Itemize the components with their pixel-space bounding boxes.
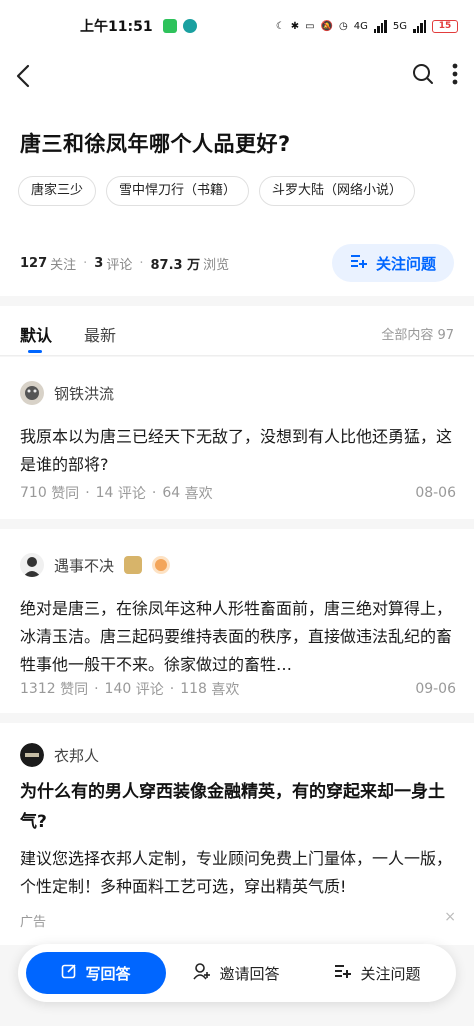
topic-tags: 唐家三少 雪中悍刀行（书籍） 斗罗大陆（网络小说） bbox=[18, 176, 416, 206]
likes-label: 赞同 bbox=[51, 486, 80, 502]
comments-label: 评论 bbox=[135, 682, 164, 698]
ad-card[interactable]: 衣邦人 为什么有的男人穿西装像金融精英，有的穿起来却一身土气? 建议您选择衣邦人… bbox=[0, 723, 474, 945]
bottom-action-bar: 写回答 邀请回答 关注问题 bbox=[18, 944, 456, 1002]
comments-label: 评论 bbox=[117, 486, 146, 502]
comments-count[interactable]: 3 bbox=[94, 256, 103, 271]
creator-badge-icon bbox=[124, 556, 143, 574]
likes-count: 1312 bbox=[20, 681, 56, 697]
question-header: 唐三和徐凤年哪个人品更好? 唐家三少 雪中悍刀行（书籍） 斗罗大陆（网络小说） … bbox=[0, 100, 474, 296]
network-4g-label: 4G bbox=[353, 20, 368, 32]
likes-count: 710 bbox=[20, 485, 47, 501]
status-system-icons: ☾ ✱ ▭ 🔕 ◷ 4G 5G 15 bbox=[275, 19, 458, 33]
ad-label: 广告 bbox=[20, 915, 47, 930]
answer-author[interactable]: 钢铁洪流 bbox=[20, 381, 114, 405]
answer-card[interactable]: 遇事不决 绝对是唐三，在徐凤年这种人形牲畜面前，唐三绝对算得上，冰清玉洁。唐三起… bbox=[0, 529, 474, 713]
favs-count: 118 bbox=[180, 681, 207, 697]
moon-icon: ☾ bbox=[275, 20, 285, 32]
status-bar: 上午11:51 ☾ ✱ ▭ 🔕 ◷ 4G 5G 15 bbox=[0, 0, 474, 52]
back-icon[interactable] bbox=[16, 61, 46, 91]
comments-label[interactable]: 评论 bbox=[106, 254, 132, 273]
answer-meta: 1312 赞同 · 140 评论 · 118 喜欢 09-06 bbox=[20, 681, 456, 698]
comments-count: 140 bbox=[104, 681, 132, 697]
followers-count: 127 bbox=[20, 256, 48, 271]
answer-excerpt[interactable]: 绝对是唐三，在徐凤年这种人形牲畜面前，唐三绝对算得上，冰清玉洁。唐三起码要维持表… bbox=[20, 595, 456, 679]
invite-answer-label: 邀请回答 bbox=[219, 964, 280, 983]
mute-icon: 🔕 bbox=[320, 20, 334, 32]
question-title: 唐三和徐凤年哪个人品更好? bbox=[20, 132, 291, 156]
status-app-icons bbox=[162, 19, 197, 33]
wechat-icon bbox=[162, 19, 177, 33]
question-stats: 127 关注 · 3 评论 · 87.3 万 浏览 bbox=[20, 254, 230, 273]
author-name[interactable]: 钢铁洪流 bbox=[54, 383, 114, 404]
close-icon[interactable]: × bbox=[444, 909, 456, 925]
views-label: 浏览 bbox=[203, 258, 230, 273]
follow-question-label: 关注问题 bbox=[375, 254, 436, 273]
write-answer-button[interactable]: 写回答 bbox=[26, 952, 166, 994]
sort-tabs: 默认 最新 全部内容 97 bbox=[0, 306, 474, 356]
tab-active-indicator bbox=[28, 350, 42, 353]
topic-tag[interactable]: 雪中悍刀行（书籍） bbox=[106, 176, 250, 206]
tab-latest[interactable]: 最新 bbox=[84, 322, 116, 346]
edit-icon bbox=[61, 963, 77, 983]
answer-date: 08-06 bbox=[415, 485, 456, 501]
more-icon[interactable] bbox=[452, 63, 458, 89]
nav-bar bbox=[0, 52, 474, 100]
ad-title[interactable]: 为什么有的男人穿西装像金融精英，有的穿起来却一身土气? bbox=[20, 777, 456, 837]
signal-icon-2 bbox=[413, 19, 426, 33]
topic-tag[interactable]: 唐家三少 bbox=[18, 176, 97, 206]
battery-icon: 15 bbox=[432, 19, 458, 33]
medal-icon bbox=[152, 556, 171, 574]
answer-date: 09-06 bbox=[415, 681, 456, 697]
invite-answer-button[interactable]: 邀请回答 bbox=[166, 962, 307, 984]
ad-brand[interactable]: 衣邦人 bbox=[20, 743, 99, 767]
signal-icon bbox=[373, 19, 387, 33]
favs-count: 64 bbox=[162, 485, 181, 501]
avatar[interactable] bbox=[20, 381, 44, 405]
ad-text[interactable]: 建议您选择衣邦人定制，专业顾问免费上门量体，一人一版，个性定制！多种面料工艺可选… bbox=[20, 845, 456, 901]
brand-logo bbox=[20, 743, 44, 767]
app-notify-icon bbox=[182, 19, 197, 33]
follow-question-bottom-label: 关注问题 bbox=[360, 964, 421, 983]
author-name[interactable]: 遇事不决 bbox=[54, 555, 114, 576]
vibrate-icon: ▭ bbox=[305, 20, 315, 32]
followers-label: 关注 bbox=[50, 258, 77, 273]
tab-default[interactable]: 默认 bbox=[20, 322, 52, 346]
invite-user-icon bbox=[193, 962, 211, 984]
likes-label: 赞同 bbox=[60, 682, 89, 698]
search-icon[interactable] bbox=[412, 63, 434, 89]
views-count: 87.3 万 bbox=[150, 258, 201, 273]
answer-card[interactable]: 钢铁洪流 我原本以为唐三已经天下无敌了，没想到有人比他还勇猛，这是谁的部将? 7… bbox=[0, 357, 474, 519]
answer-excerpt[interactable]: 我原本以为唐三已经天下无敌了，没想到有人比他还勇猛，这是谁的部将? bbox=[20, 423, 456, 479]
favs-label: 喜欢 bbox=[184, 486, 213, 502]
status-time: 上午11:51 bbox=[80, 19, 153, 35]
answer-author[interactable]: 遇事不决 bbox=[20, 553, 171, 577]
network-5g-label: 5G bbox=[392, 20, 407, 32]
follow-add-icon bbox=[350, 253, 368, 273]
favs-label: 喜欢 bbox=[211, 682, 240, 698]
follow-add-icon bbox=[334, 963, 352, 983]
follow-question-bottom-button[interactable]: 关注问题 bbox=[307, 963, 448, 984]
answer-meta: 710 赞同 · 14 评论 · 64 喜欢 08-06 bbox=[20, 485, 456, 502]
follow-question-button[interactable]: 关注问题 bbox=[332, 244, 454, 282]
write-answer-label: 写回答 bbox=[85, 964, 131, 983]
avatar[interactable] bbox=[20, 553, 44, 577]
bluetooth-icon: ✱ bbox=[290, 20, 300, 32]
alarm-icon: ◷ bbox=[339, 20, 348, 32]
topic-tag[interactable]: 斗罗大陆（网络小说） bbox=[259, 176, 416, 206]
total-content-count: 全部内容 97 bbox=[381, 328, 454, 343]
comments-count: 14 bbox=[95, 485, 114, 501]
brand-name[interactable]: 衣邦人 bbox=[54, 745, 99, 766]
